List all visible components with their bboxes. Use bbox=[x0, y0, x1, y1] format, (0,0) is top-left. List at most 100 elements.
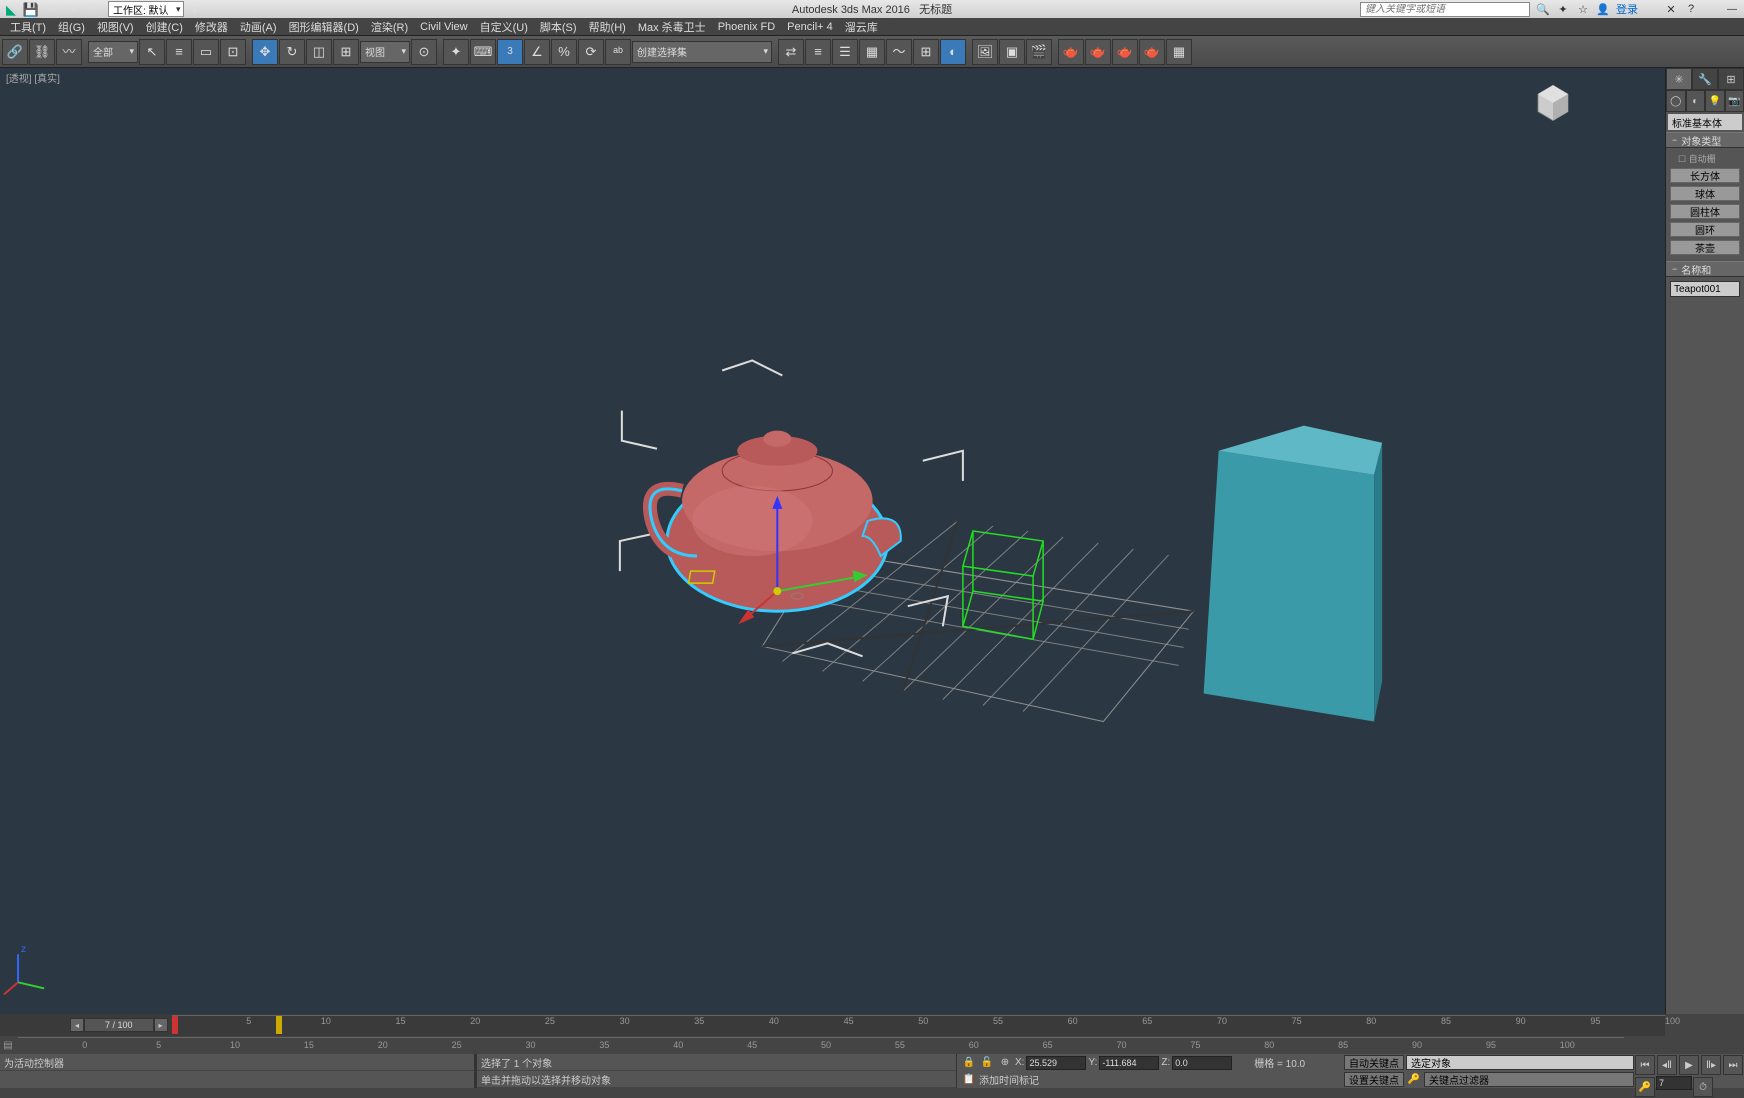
goto-start-icon[interactable]: ⏮ bbox=[1635, 1055, 1655, 1075]
menu-modifiers[interactable]: 修改器 bbox=[189, 17, 234, 37]
time-slider-handle[interactable]: 7 / 100 bbox=[84, 1018, 154, 1032]
login-link[interactable]: 登录 bbox=[1616, 1, 1638, 17]
pivot-icon[interactable]: ⊙ bbox=[411, 39, 437, 65]
edit-named-sel-icon[interactable]: ᵃᵇ bbox=[605, 39, 631, 65]
create-tab-icon[interactable]: ✳ bbox=[1666, 68, 1692, 90]
comm-center-icon[interactable]: ✦ bbox=[1556, 2, 1570, 16]
modify-tab-icon[interactable]: 🔧 bbox=[1692, 68, 1718, 90]
select-scale-icon[interactable]: ◫ bbox=[306, 39, 332, 65]
cameras-icon[interactable]: 📷 bbox=[1725, 90, 1744, 112]
menu-phoenix[interactable]: Phoenix FD bbox=[712, 19, 781, 35]
render-icon[interactable]: 🎬 bbox=[1026, 39, 1052, 65]
selection-filter-dropdown[interactable]: 全部 bbox=[88, 41, 138, 63]
exchange-icon[interactable]: ✕ bbox=[1664, 2, 1678, 16]
menu-tools[interactable]: 工具(T) bbox=[4, 17, 52, 37]
ribbon-icon[interactable]: ▦ bbox=[859, 39, 885, 65]
add-time-marker[interactable]: 添加时间标记 bbox=[979, 1072, 1039, 1087]
hierarchy-tab-icon[interactable]: ⊞ bbox=[1718, 68, 1744, 90]
auto-grid-checkbox[interactable]: ☐ 自动栅 bbox=[1670, 152, 1740, 165]
menu-help[interactable]: 帮助(H) bbox=[583, 17, 632, 37]
time-slider-right-icon[interactable]: ▸ bbox=[154, 1018, 168, 1032]
vray-teapot-2-icon[interactable]: 🫖 bbox=[1085, 39, 1111, 65]
keyboard-shortcut-icon[interactable]: ⌨ bbox=[470, 39, 496, 65]
menu-views[interactable]: 视图(V) bbox=[91, 17, 140, 37]
menu-script[interactable]: 脚本(S) bbox=[534, 17, 583, 37]
help-icon[interactable]: ? bbox=[1684, 2, 1698, 16]
menu-create[interactable]: 创建(C) bbox=[140, 17, 189, 37]
trackbar-toggle-icon[interactable]: ▤ bbox=[0, 1037, 16, 1053]
viewcube[interactable] bbox=[1531, 80, 1575, 124]
torus-button[interactable]: 圆环 bbox=[1670, 222, 1740, 237]
menu-liuyun[interactable]: 溜云库 bbox=[839, 17, 884, 37]
material-editor-icon[interactable]: ◐ bbox=[940, 39, 966, 65]
snap-toggle-icon[interactable]: 3 bbox=[497, 39, 523, 65]
lights-icon[interactable]: 💡 bbox=[1705, 90, 1725, 112]
window-crossing-icon[interactable]: ⊡ bbox=[220, 39, 246, 65]
script-icon[interactable]: 📋 bbox=[961, 1072, 977, 1088]
abs-rel-icon[interactable]: ⊕ bbox=[997, 1055, 1013, 1071]
object-type-rollout[interactable]: 对象类型 bbox=[1666, 132, 1744, 148]
select-manipulate-icon[interactable]: ✦ bbox=[443, 39, 469, 65]
next-frame-icon[interactable]: Ⅱ▸ bbox=[1701, 1055, 1721, 1075]
menu-antivirus[interactable]: Max 杀毒卫士 bbox=[632, 17, 712, 37]
vray-teapot-1-icon[interactable]: 🫖 bbox=[1058, 39, 1084, 65]
named-selection-dropdown[interactable]: 创建选择集 bbox=[632, 41, 772, 63]
viewport-label[interactable]: [透视] [真实] bbox=[6, 70, 60, 85]
key-mode-icon[interactable]: 🔑 bbox=[1635, 1077, 1655, 1097]
key-icon[interactable]: 🔑 bbox=[1406, 1072, 1422, 1088]
align-icon[interactable]: ≡ bbox=[805, 39, 831, 65]
select-rotate-icon[interactable]: ↻ bbox=[279, 39, 305, 65]
user-icon[interactable]: 👤 bbox=[1596, 2, 1610, 16]
menu-group[interactable]: 组(G) bbox=[52, 17, 91, 37]
mirror-icon[interactable]: ⇄ bbox=[778, 39, 804, 65]
unlink-icon[interactable]: ⛓ bbox=[29, 39, 55, 65]
workspace-dropdown[interactable]: 工作区: 默认 bbox=[108, 1, 184, 17]
menu-animation[interactable]: 动画(A) bbox=[234, 17, 283, 37]
app-menu-button[interactable]: ◣ bbox=[2, 1, 20, 17]
y-input[interactable] bbox=[1099, 1056, 1159, 1070]
select-by-name-icon[interactable]: ≡ bbox=[166, 39, 192, 65]
percent-snap-icon[interactable]: % bbox=[551, 39, 577, 65]
select-region-icon[interactable]: ▭ bbox=[193, 39, 219, 65]
auto-key-button[interactable]: 自动关键点 bbox=[1344, 1055, 1404, 1070]
name-color-rollout[interactable]: 名称和 bbox=[1666, 261, 1744, 277]
viewport[interactable]: [透视] [真实] bbox=[0, 68, 1665, 1014]
redo-icon[interactable]: ↷ bbox=[62, 1, 80, 17]
menu-civil[interactable]: Civil View bbox=[414, 19, 473, 35]
project-icon[interactable]: 🗋 bbox=[82, 1, 100, 17]
menu-pencil[interactable]: Pencil+ 4 bbox=[781, 19, 839, 35]
bind-icon[interactable]: 〰 bbox=[56, 39, 82, 65]
curve-editor-icon[interactable]: 〜 bbox=[886, 39, 912, 65]
vray-fb-icon[interactable]: ▦ bbox=[1166, 39, 1192, 65]
save-icon[interactable]: 💾 bbox=[22, 1, 40, 17]
track-bar[interactable]: ▤ 05101520253035404550556065707580859095… bbox=[0, 1036, 1744, 1054]
object-name-input[interactable] bbox=[1670, 281, 1740, 297]
teapot-button[interactable]: 茶壶 bbox=[1670, 240, 1740, 255]
search-input[interactable] bbox=[1360, 2, 1530, 17]
layer-icon[interactable]: ☰ bbox=[832, 39, 858, 65]
x-input[interactable] bbox=[1026, 1056, 1086, 1070]
angle-snap-icon[interactable]: ∠ bbox=[524, 39, 550, 65]
time-slider[interactable]: ◂ 7 / 100 ▸ 0510152025303540455055606570… bbox=[0, 1014, 1665, 1036]
vray-teapot-3-icon[interactable]: 🫖 bbox=[1112, 39, 1138, 65]
cylinder-button[interactable]: 圆柱体 bbox=[1670, 204, 1740, 219]
select-place-icon[interactable]: ⊞ bbox=[333, 39, 359, 65]
render-setup-icon[interactable]: 🖼 bbox=[972, 39, 998, 65]
vray-teapot-4-icon[interactable]: 🫖 bbox=[1139, 39, 1165, 65]
selected-object-dropdown[interactable]: 选定对象 bbox=[1406, 1055, 1634, 1070]
link-icon[interactable]: 🔗 bbox=[2, 39, 28, 65]
menu-render[interactable]: 渲染(R) bbox=[365, 17, 414, 37]
undo-icon[interactable]: ↶ bbox=[42, 1, 60, 17]
select-object-icon[interactable]: ↖ bbox=[139, 39, 165, 65]
menu-customize[interactable]: 自定义(U) bbox=[474, 17, 534, 37]
time-slider-left-icon[interactable]: ◂ bbox=[70, 1018, 84, 1032]
select-move-icon[interactable]: ✥ bbox=[252, 39, 278, 65]
favorites-icon[interactable]: ☆ bbox=[1576, 2, 1590, 16]
category-dropdown[interactable]: 标准基本体 bbox=[1668, 114, 1742, 130]
isolate-icon[interactable]: 🔒 bbox=[961, 1055, 977, 1071]
schematic-icon[interactable]: ⊞ bbox=[913, 39, 939, 65]
search-icon[interactable]: 🔍 bbox=[1536, 2, 1550, 16]
prev-frame-icon[interactable]: ◂Ⅱ bbox=[1657, 1055, 1677, 1075]
box-button[interactable]: 长方体 bbox=[1670, 168, 1740, 183]
qat-chevron-icon[interactable]: ▾ bbox=[186, 1, 204, 17]
